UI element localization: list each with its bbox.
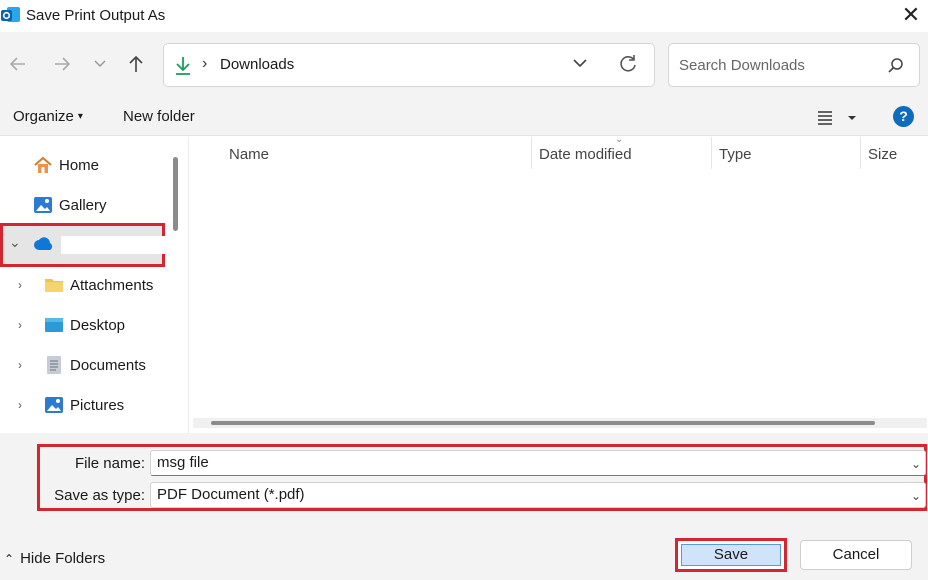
organize-menu[interactable]: Organize ▾ [13, 108, 83, 125]
search-input[interactable]: Search Downloads [679, 57, 805, 74]
arrow-up-icon [129, 55, 143, 72]
pictures-icon [45, 397, 63, 413]
save-as-type-value: PDF Document (*.pdf) [157, 486, 305, 503]
search-icon[interactable] [887, 57, 905, 75]
column-divider[interactable] [531, 137, 532, 169]
address-text[interactable]: Downloads [220, 56, 294, 73]
highlighted-fields: File name: msg file ⌄ Save as type: PDF … [37, 444, 927, 511]
chevron-up-icon: ⌃ [4, 552, 15, 566]
chevron-down-icon [94, 60, 106, 68]
sidebar-item-label: Home [59, 156, 100, 174]
sidebar-item-desktop[interactable]: › Desktop [0, 305, 170, 345]
hide-folders-label: Hide Folders [20, 550, 106, 567]
gallery-icon [34, 197, 52, 213]
search-box[interactable]: Search Downloads [668, 43, 920, 87]
up-button[interactable] [122, 50, 150, 78]
save-as-type-label: Save as type: [54, 487, 145, 504]
hide-folders-button[interactable]: ⌃ Hide Folders [4, 550, 105, 567]
list-view-icon [818, 111, 856, 125]
chevron-down-icon [573, 59, 587, 68]
desktop-icon [45, 318, 63, 332]
chevron-right-icon[interactable]: › [18, 398, 22, 412]
chevron-down-icon[interactable]: ⌄ [9, 234, 21, 251]
back-button[interactable] [4, 50, 32, 78]
sidebar-item-label: Documents [70, 356, 146, 374]
caret-down-icon: ▾ [77, 111, 83, 122]
arrow-left-icon [9, 57, 25, 71]
save-form: File name: msg file ⌄ Save as type: PDF … [0, 433, 928, 580]
view-options-button[interactable] [816, 107, 860, 129]
sidebar-item-label: Pictures [70, 396, 125, 414]
save-button[interactable]: Save [681, 544, 781, 566]
sidebar-item-label: Desktop [70, 316, 126, 334]
recent-locations-button[interactable] [86, 50, 114, 78]
sidebar-item-onedrive[interactable]: ⌄ [0, 223, 165, 267]
home-icon [34, 156, 52, 173]
column-header-size[interactable]: Size [868, 146, 897, 163]
download-icon [176, 57, 190, 75]
sidebar-item-documents[interactable]: › Documents [0, 345, 170, 385]
sort-indicator-icon: ⌄ [615, 134, 624, 145]
sidebar-item-label: Attachments [70, 276, 154, 294]
chevron-right-icon[interactable]: › [18, 318, 22, 332]
file-name-field[interactable]: msg file ⌄ [150, 450, 926, 476]
file-name-label: File name: [74, 455, 145, 472]
horizontal-scrollbar-thumb[interactable] [211, 421, 875, 425]
chevron-right-icon[interactable]: › [18, 358, 22, 372]
refresh-button[interactable] [618, 54, 644, 78]
command-toolbar: Organize ▾ New folder ? [0, 98, 928, 136]
sidebar-scrollbar[interactable] [173, 157, 178, 231]
path-separator: › [202, 55, 208, 72]
sidebar-item-attachments[interactable]: › Attachments [0, 265, 170, 305]
file-list: Name ⌄ Date modified Type Size [188, 134, 928, 433]
refresh-icon [620, 55, 636, 72]
address-bar[interactable]: › Downloads [163, 43, 655, 87]
sidebar-item-gallery[interactable]: Gallery [33, 185, 107, 225]
window-title: Save Print Output As [26, 7, 166, 24]
chevron-right-icon[interactable]: › [18, 278, 22, 292]
forward-button[interactable] [48, 50, 76, 78]
documents-icon [47, 356, 61, 374]
sidebar-item-label: Gallery [59, 196, 107, 214]
onedrive-cloud-icon [34, 237, 53, 250]
redacted-account-name [61, 236, 165, 254]
organize-label: Organize [13, 108, 74, 125]
folder-icon [45, 279, 63, 292]
chevron-down-icon[interactable]: ⌄ [911, 484, 921, 508]
navigation-bar: › Downloads Search Downloads [0, 32, 928, 98]
close-button[interactable]: ✕ [896, 2, 926, 30]
column-header-type[interactable]: Type [719, 146, 752, 163]
sidebar-item-pictures[interactable]: › Pictures [0, 385, 170, 425]
outlook-icon [1, 7, 20, 22]
column-divider[interactable] [711, 137, 712, 169]
column-header-date-modified[interactable]: Date modified [539, 146, 632, 163]
chevron-down-icon[interactable]: ⌄ [911, 452, 921, 476]
navigation-pane: Home Gallery ⌄ › Attachments › Desktop ›… [0, 137, 186, 433]
title-bar: Save Print Output As ✕ [0, 0, 928, 32]
column-header-name[interactable]: Name [229, 146, 269, 163]
column-divider[interactable] [860, 137, 861, 169]
save-button-highlight: Save [675, 538, 787, 572]
cancel-button[interactable]: Cancel [800, 540, 912, 570]
new-folder-button[interactable]: New folder [123, 108, 195, 125]
file-name-value: msg file [157, 454, 209, 471]
address-dropdown-button[interactable] [572, 56, 594, 76]
help-button[interactable]: ? [893, 106, 914, 127]
save-as-type-select[interactable]: PDF Document (*.pdf) ⌄ [150, 482, 926, 508]
arrow-right-icon [55, 57, 71, 71]
sidebar-item-home[interactable]: Home [33, 145, 99, 185]
